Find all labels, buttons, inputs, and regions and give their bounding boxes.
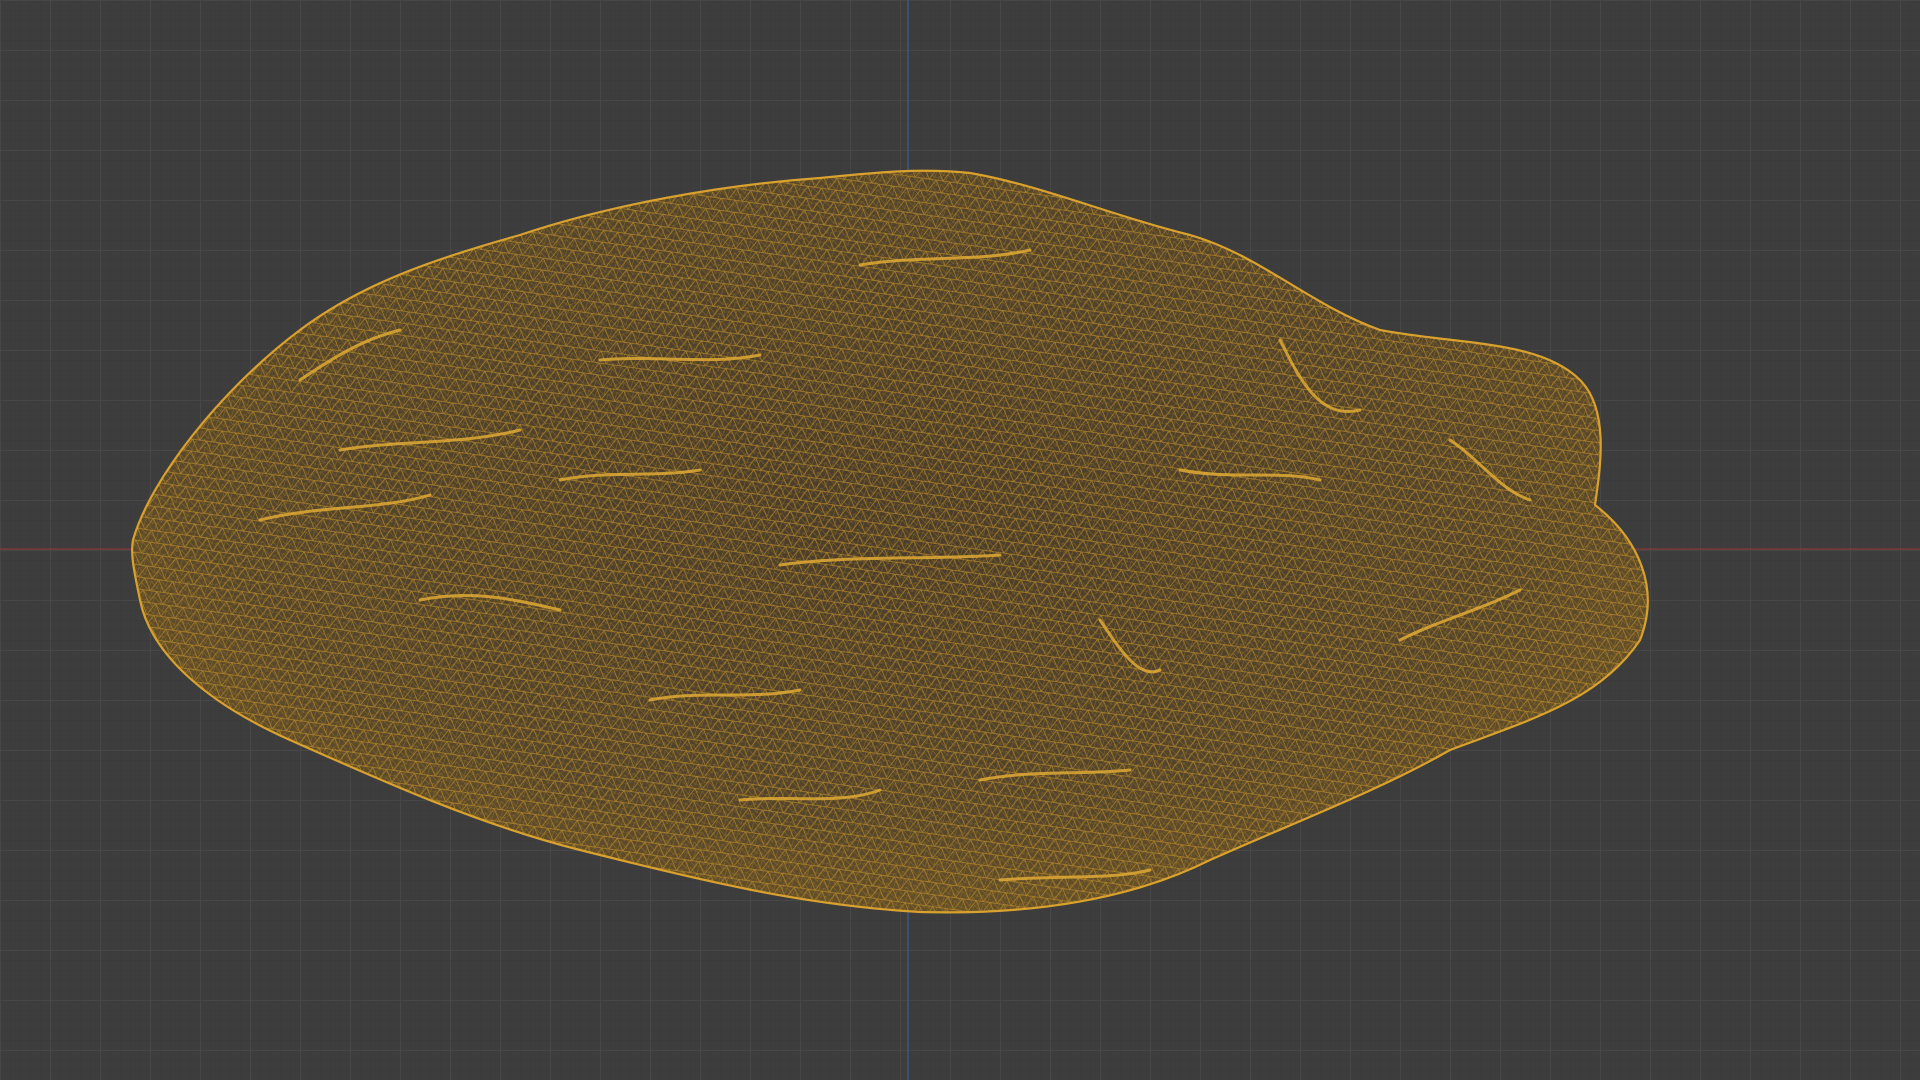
mesh-object[interactable] [100,150,1700,950]
3d-viewport[interactable] [0,0,1920,1080]
mesh-wireframe [132,170,1648,913]
viewport-scene[interactable] [0,0,1920,1080]
